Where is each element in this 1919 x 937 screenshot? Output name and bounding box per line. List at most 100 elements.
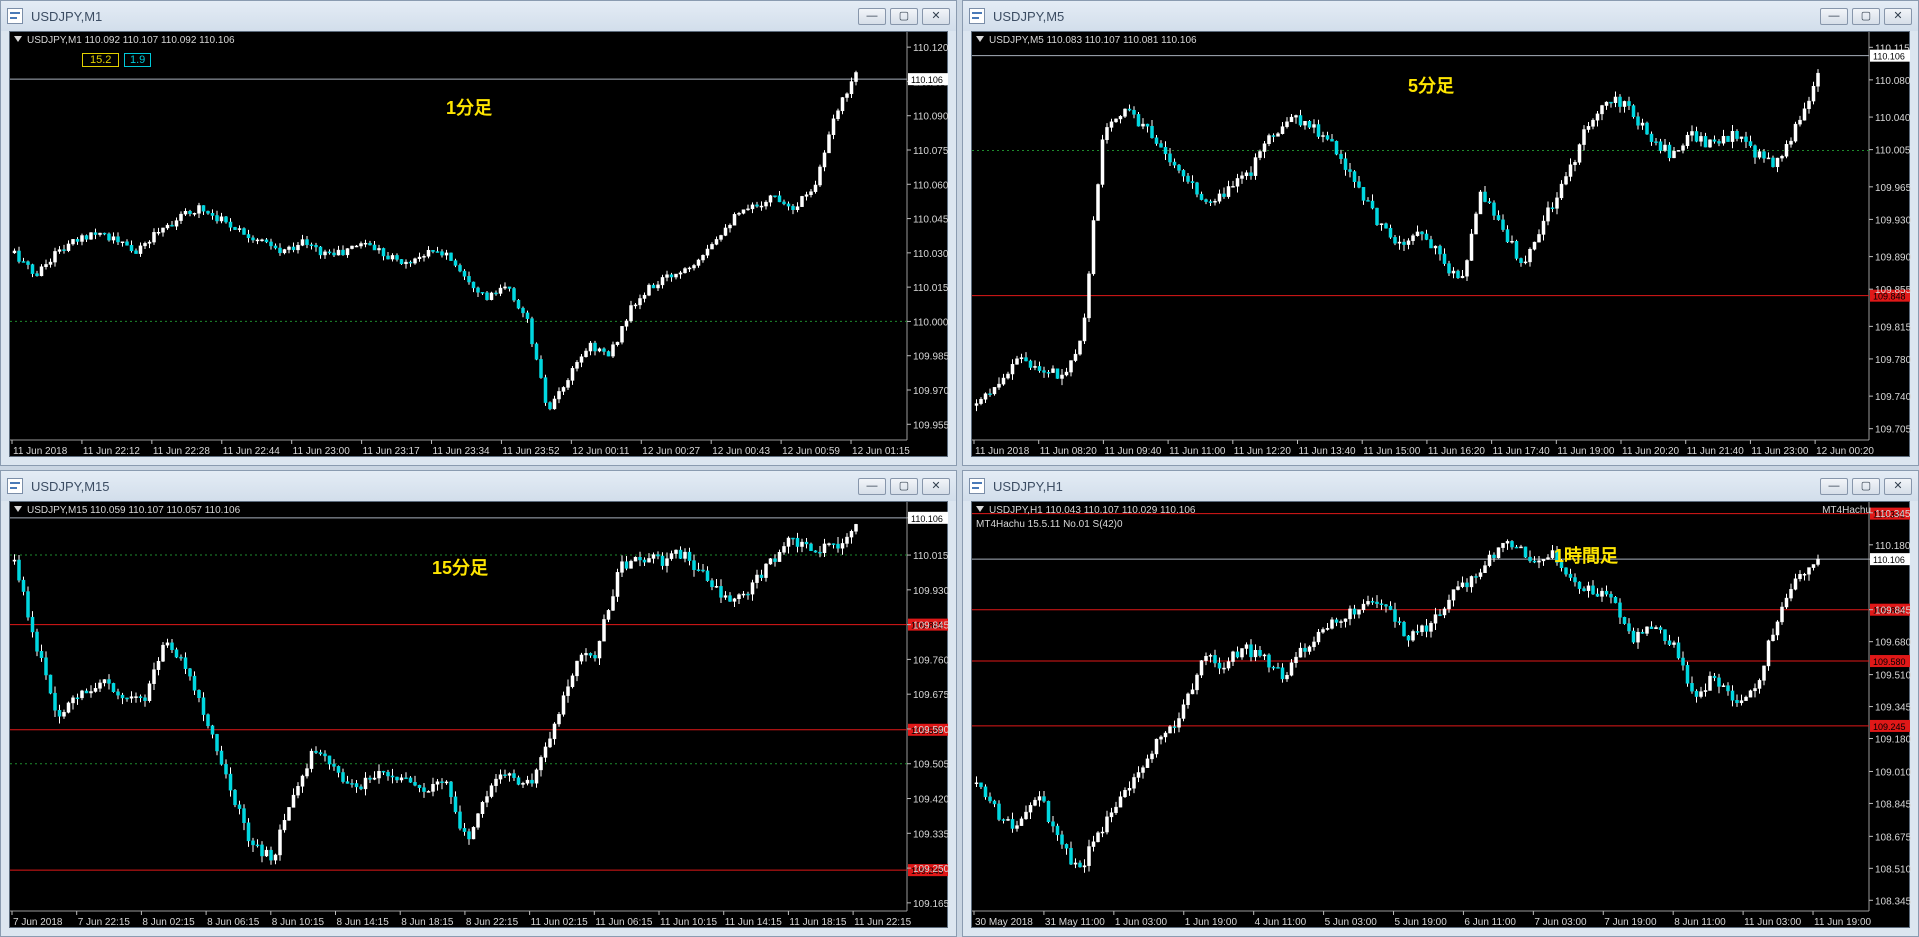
- candle-body: [1366, 200, 1370, 202]
- candle: [593, 651, 597, 662]
- candle: [1006, 371, 1010, 380]
- candle: [296, 782, 300, 799]
- candle: [138, 694, 143, 703]
- candle-body: [669, 553, 674, 559]
- candle: [768, 557, 773, 565]
- candle-body: [444, 252, 449, 256]
- chart-area[interactable]: 109.845109.588109.245110.106110.015109.9…: [9, 501, 949, 928]
- candle: [741, 591, 746, 598]
- candle-body: [1244, 172, 1249, 177]
- candle: [1019, 816, 1024, 826]
- candle-body: [719, 235, 723, 240]
- candle: [1172, 158, 1177, 169]
- candle: [467, 828, 471, 845]
- chart-window-m15[interactable]: USDJPY,M15 — ▢ ✕ 109.845 109.588 109.245 11…: [0, 470, 957, 937]
- close-button[interactable]: ✕: [1884, 8, 1912, 25]
- candle: [1703, 683, 1708, 697]
- window-titlebar[interactable]: USDJPY,M15 — ▢ ✕: [1, 471, 956, 501]
- candle: [1694, 689, 1699, 703]
- candle: [1001, 373, 1006, 386]
- candle: [992, 387, 997, 396]
- candle-body: [1816, 558, 1820, 565]
- maximize-button[interactable]: ▢: [890, 8, 918, 25]
- chart-window-m5[interactable]: USDJPY,M5 — ▢ ✕ 109.848 110.115 110.080 110…: [962, 0, 1919, 466]
- candle-body: [174, 220, 179, 227]
- close-button[interactable]: ✕: [1884, 478, 1912, 495]
- candle: [836, 108, 840, 122]
- dropdown-triangle-icon[interactable]: [976, 506, 984, 512]
- candle: [1735, 694, 1739, 707]
- candle-body: [309, 244, 314, 246]
- dropdown-triangle-icon[interactable]: [14, 506, 22, 512]
- candle-body: [1717, 677, 1721, 687]
- dropdown-triangle-icon[interactable]: [976, 36, 984, 42]
- candle-body: [318, 246, 323, 256]
- chart-window-m1[interactable]: USDJPY,M1 — ▢ ✕ 110.120110.105110.090110…: [0, 0, 957, 466]
- candle-body: [683, 268, 687, 274]
- candle-body: [1406, 635, 1411, 641]
- candle: [1811, 81, 1816, 105]
- candle: [642, 292, 647, 303]
- symbol-header: USDJPY,M15 110.059 110.107 110.057 110.1…: [14, 505, 240, 516]
- candle-body: [1109, 121, 1114, 128]
- candle-body: [408, 261, 413, 264]
- candle-body: [210, 213, 215, 216]
- window-titlebar[interactable]: USDJPY,H1 — ▢ ✕: [963, 471, 1918, 501]
- minimize-button[interactable]: —: [1820, 8, 1848, 25]
- candle-body: [1415, 231, 1420, 236]
- candle-body: [345, 781, 350, 784]
- candle-body: [1379, 603, 1384, 605]
- candle-body: [1649, 626, 1654, 630]
- candle: [1681, 651, 1685, 671]
- candle-body: [224, 216, 228, 223]
- minimize-button[interactable]: —: [1820, 478, 1848, 495]
- minimize-button[interactable]: —: [858, 478, 886, 495]
- time-tick-label: 8 Jun 10:15: [272, 917, 325, 928]
- candle-body: [242, 808, 246, 824]
- candle-body: [1609, 101, 1613, 104]
- candle-body: [1703, 690, 1708, 692]
- candle: [804, 191, 809, 201]
- close-button[interactable]: ✕: [922, 8, 950, 25]
- window-titlebar[interactable]: USDJPY,M5 — ▢ ✕: [963, 1, 1918, 31]
- candle-body: [98, 232, 102, 235]
- candle-body: [1636, 116, 1640, 126]
- candle: [1537, 556, 1541, 569]
- candle-body: [1019, 357, 1024, 360]
- candle: [1298, 109, 1303, 127]
- candle: [314, 242, 318, 252]
- candle: [62, 709, 66, 719]
- candle: [1793, 121, 1798, 143]
- maximize-button[interactable]: ▢: [1852, 8, 1880, 25]
- candle-body: [1060, 834, 1064, 845]
- chart-area[interactable]: 110.120110.105110.090110.075110.060110.0…: [9, 31, 949, 457]
- candle: [273, 853, 278, 865]
- candle: [1181, 169, 1186, 182]
- candle-body: [107, 233, 111, 241]
- window-titlebar[interactable]: USDJPY,M1 — ▢ ✕: [1, 1, 956, 31]
- candle: [84, 688, 89, 694]
- candle-body: [269, 849, 273, 861]
- chart-area[interactable]: 110.341 109.845 109.580 109.245 110.345 110.1…: [971, 501, 1911, 928]
- dropdown-triangle-icon[interactable]: [14, 36, 22, 42]
- candle: [71, 695, 75, 710]
- candle-body: [386, 771, 390, 777]
- chart-area[interactable]: 109.848 110.115 110.080 110.040 110.005 109.9…: [971, 31, 1911, 457]
- maximize-button[interactable]: ▢: [1852, 478, 1880, 495]
- candle: [1064, 843, 1069, 855]
- candle: [354, 779, 359, 793]
- chart-window-h1[interactable]: USDJPY,H1 — ▢ ✕ 110.341 109.845 109.580 109…: [962, 470, 1919, 937]
- candle-body: [444, 781, 449, 784]
- candle: [1249, 166, 1253, 180]
- timeframe-label: 1時間足: [1554, 546, 1619, 566]
- candle-body: [822, 152, 827, 168]
- candle: [1595, 110, 1600, 127]
- minimize-button[interactable]: —: [858, 8, 886, 25]
- close-button[interactable]: ✕: [922, 478, 950, 495]
- candle: [71, 239, 75, 246]
- candle-body: [1474, 576, 1478, 578]
- maximize-button[interactable]: ▢: [890, 478, 918, 495]
- candle-body: [1730, 131, 1735, 142]
- candle-body: [390, 255, 395, 260]
- candle-body: [1262, 143, 1267, 152]
